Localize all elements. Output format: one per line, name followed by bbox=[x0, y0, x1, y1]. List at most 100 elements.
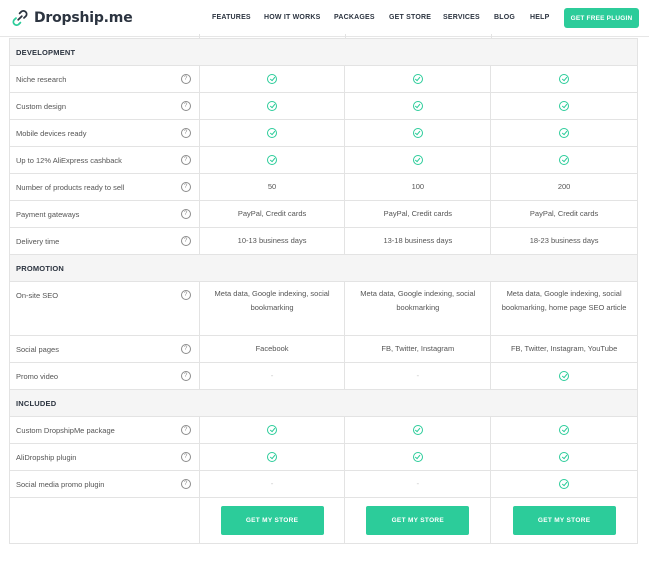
info-icon[interactable]: ? bbox=[180, 101, 191, 111]
info-icon[interactable]: ? bbox=[180, 344, 191, 354]
plan-value-text: 100 bbox=[411, 182, 425, 191]
plan-value-cell bbox=[200, 417, 346, 443]
section-title: DEVELOPMENT bbox=[16, 48, 76, 57]
info-icon[interactable]: ? bbox=[180, 182, 191, 192]
check-circle-icon bbox=[267, 155, 278, 165]
feature-cell: Mobile devices ready? bbox=[10, 120, 200, 146]
table-row: AliDropship plugin? bbox=[10, 443, 637, 470]
info-icon[interactable]: ? bbox=[180, 155, 191, 165]
plan-value-cell: FB, Twitter, Instagram bbox=[345, 336, 492, 362]
feature-cell: Up to 12% AliExpress cashback? bbox=[10, 147, 200, 173]
feature-cell: AliDropship plugin? bbox=[10, 444, 200, 470]
feature-cell: Niche research? bbox=[10, 66, 200, 92]
plan-value-cell bbox=[200, 120, 346, 146]
table-row: Delivery time? 10-13 business days 13-18 b… bbox=[10, 227, 637, 254]
nav-features[interactable]: FEATURES bbox=[212, 14, 251, 21]
info-icon[interactable]: ? bbox=[180, 128, 191, 138]
table-row: Payment gateways? PayPal, Credit cards Pay… bbox=[10, 200, 637, 227]
check-circle-icon bbox=[559, 371, 570, 381]
plan-value-cell bbox=[345, 93, 492, 119]
feature-cell: Custom DropshipMe package? bbox=[10, 417, 200, 443]
plan-value-cell: PayPal, Credit cards bbox=[491, 201, 637, 227]
info-icon[interactable]: ? bbox=[180, 479, 191, 489]
feature-cell: Social pages? bbox=[10, 336, 200, 362]
plan-value-text: FB, Twitter, Instagram bbox=[381, 344, 455, 353]
plan-value-cell: - bbox=[200, 471, 346, 497]
nav-packages[interactable]: PACKAGES bbox=[334, 14, 375, 21]
check-circle-icon bbox=[412, 155, 423, 165]
check-circle-icon bbox=[559, 155, 570, 165]
section-title: INCLUDED bbox=[16, 399, 57, 408]
check-circle-icon bbox=[267, 425, 278, 435]
get-my-store-button[interactable]: GET MY STORE bbox=[220, 506, 324, 535]
info-icon[interactable]: ? bbox=[180, 209, 191, 219]
nav-help[interactable]: HELP bbox=[530, 14, 549, 21]
plan-value-cell: 100 bbox=[345, 174, 492, 200]
empty-cell bbox=[10, 498, 200, 543]
nav-services[interactable]: SERVICES bbox=[443, 14, 480, 21]
plan-value-text: PayPal, Credit cards bbox=[237, 209, 307, 218]
get-free-plugin-button[interactable]: GET FREE PLUGIN bbox=[564, 8, 639, 28]
table-row: On-site SEO? Meta data, Google indexing, … bbox=[10, 281, 637, 335]
plan-value-text: Meta data, Google indexing, social bookm… bbox=[214, 289, 330, 312]
plan-value-cell bbox=[491, 471, 637, 497]
feature-cell: Delivery time? bbox=[10, 228, 200, 254]
plan-value-cell bbox=[491, 147, 637, 173]
info-icon[interactable]: ? bbox=[180, 290, 191, 300]
nav-get-store[interactable]: GET STORE bbox=[389, 14, 431, 21]
feature-cell: Promo video? bbox=[10, 363, 200, 389]
plan-value-text: 13-18 business days bbox=[383, 236, 453, 245]
plan-value-cell: Meta data, Google indexing, social bookm… bbox=[200, 282, 346, 335]
check-circle-icon bbox=[559, 425, 570, 435]
logo[interactable]: Dropship.me bbox=[10, 8, 133, 28]
feature-cell: Number of products ready to sell? bbox=[10, 174, 200, 200]
plan-value-text: Meta data, Google indexing, social bookm… bbox=[501, 289, 627, 312]
plan-value-cell bbox=[491, 93, 637, 119]
plan-value-text: PayPal, Credit cards bbox=[529, 209, 599, 218]
nav-how-it-works[interactable]: HOW IT WORKS bbox=[264, 14, 320, 21]
plan-value-text: 10-13 business days bbox=[237, 236, 307, 245]
plan-value-cell: 13-18 business days bbox=[345, 228, 492, 254]
check-circle-icon bbox=[559, 479, 570, 489]
plan-value-cell bbox=[345, 147, 492, 173]
plan-value-text: 50 bbox=[267, 182, 277, 191]
plan-value-text: Meta data, Google indexing, social bookm… bbox=[360, 289, 476, 312]
pricing-comparison-table: DEVELOPMENT Niche research? Custom design?… bbox=[9, 38, 638, 544]
feature-label: Mobile devices ready bbox=[16, 129, 87, 138]
nav-blog[interactable]: BLOG bbox=[494, 14, 515, 21]
plan-value-cell bbox=[200, 444, 346, 470]
feature-label: Payment gateways bbox=[16, 210, 80, 219]
get-my-store-button[interactable]: GET MY STORE bbox=[366, 506, 470, 535]
info-icon[interactable]: ? bbox=[180, 236, 191, 246]
feature-label: AliDropship plugin bbox=[16, 453, 77, 462]
check-circle-icon bbox=[412, 425, 423, 435]
section-header: DEVELOPMENT bbox=[10, 38, 637, 65]
check-circle-icon bbox=[267, 128, 278, 138]
check-circle-icon bbox=[559, 128, 570, 138]
plan-value-cell: Meta data, Google indexing, social bookm… bbox=[491, 282, 637, 335]
plan-value-text: Facebook bbox=[255, 344, 289, 353]
feature-label: Delivery time bbox=[16, 237, 60, 246]
info-icon[interactable]: ? bbox=[180, 74, 191, 84]
not-included-dash: - bbox=[416, 371, 420, 380]
plan-button-cell: GET MY STORE bbox=[345, 498, 492, 543]
check-circle-icon bbox=[559, 101, 570, 111]
feature-label: Up to 12% AliExpress cashback bbox=[16, 156, 122, 165]
section-header: INCLUDED bbox=[10, 389, 637, 416]
plan-value-cell bbox=[200, 93, 346, 119]
plan-value-text: 200 bbox=[557, 182, 571, 191]
feature-label: On-site SEO bbox=[16, 291, 59, 300]
table-row: Number of products ready to sell? 50 100 20… bbox=[10, 173, 637, 200]
section-title: PROMOTION bbox=[16, 264, 65, 273]
info-icon[interactable]: ? bbox=[180, 452, 191, 462]
plan-value-cell bbox=[345, 66, 492, 92]
feature-label: Number of products ready to sell bbox=[16, 183, 125, 192]
check-circle-icon bbox=[412, 74, 423, 84]
plan-value-cell bbox=[491, 66, 637, 92]
not-included-dash: - bbox=[270, 371, 274, 380]
info-icon[interactable]: ? bbox=[180, 371, 191, 381]
link-logo-icon bbox=[12, 10, 28, 26]
get-my-store-button[interactable]: GET MY STORE bbox=[512, 506, 616, 535]
check-circle-icon bbox=[412, 101, 423, 111]
info-icon[interactable]: ? bbox=[180, 425, 191, 435]
